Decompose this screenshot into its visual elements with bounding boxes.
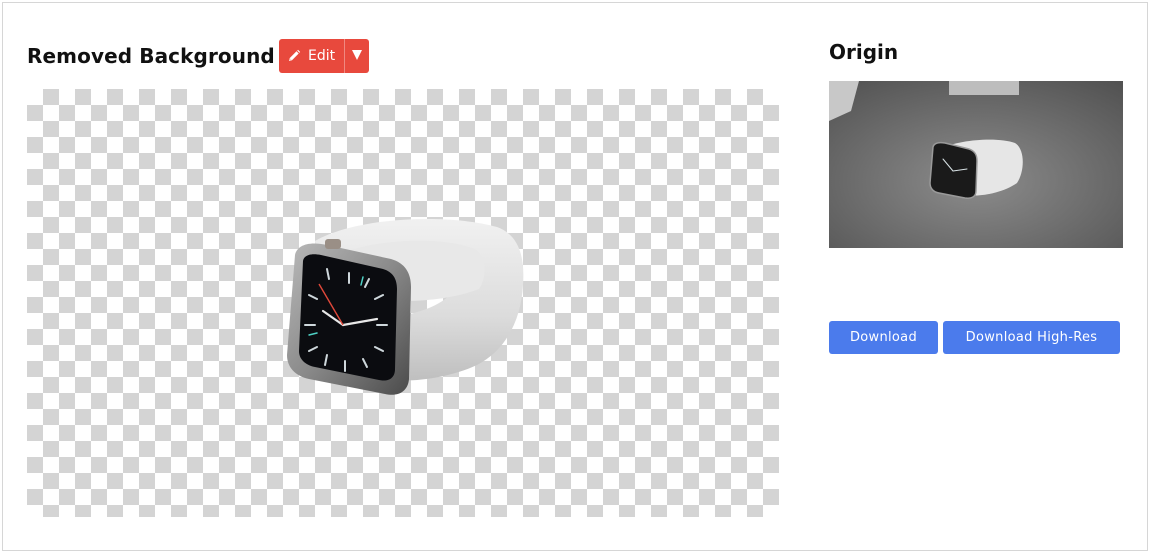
watch-cutout-image <box>287 218 524 395</box>
removed-background-title: Removed Background <box>27 44 275 68</box>
download-high-res-button[interactable]: Download High-Res <box>943 321 1120 354</box>
edit-label: Edit <box>308 48 336 64</box>
caret-down-icon <box>351 47 363 66</box>
origin-title: Origin <box>829 40 899 64</box>
edit-dropdown-toggle[interactable] <box>344 39 369 73</box>
removed-background-preview <box>27 89 779 517</box>
edit-button[interactable]: Edit <box>279 39 344 73</box>
edit-button-group: Edit <box>279 39 370 73</box>
origin-photo <box>829 81 1123 248</box>
origin-image <box>829 81 1123 248</box>
download-button[interactable]: Download <box>829 321 938 354</box>
pencil-icon <box>287 49 301 63</box>
